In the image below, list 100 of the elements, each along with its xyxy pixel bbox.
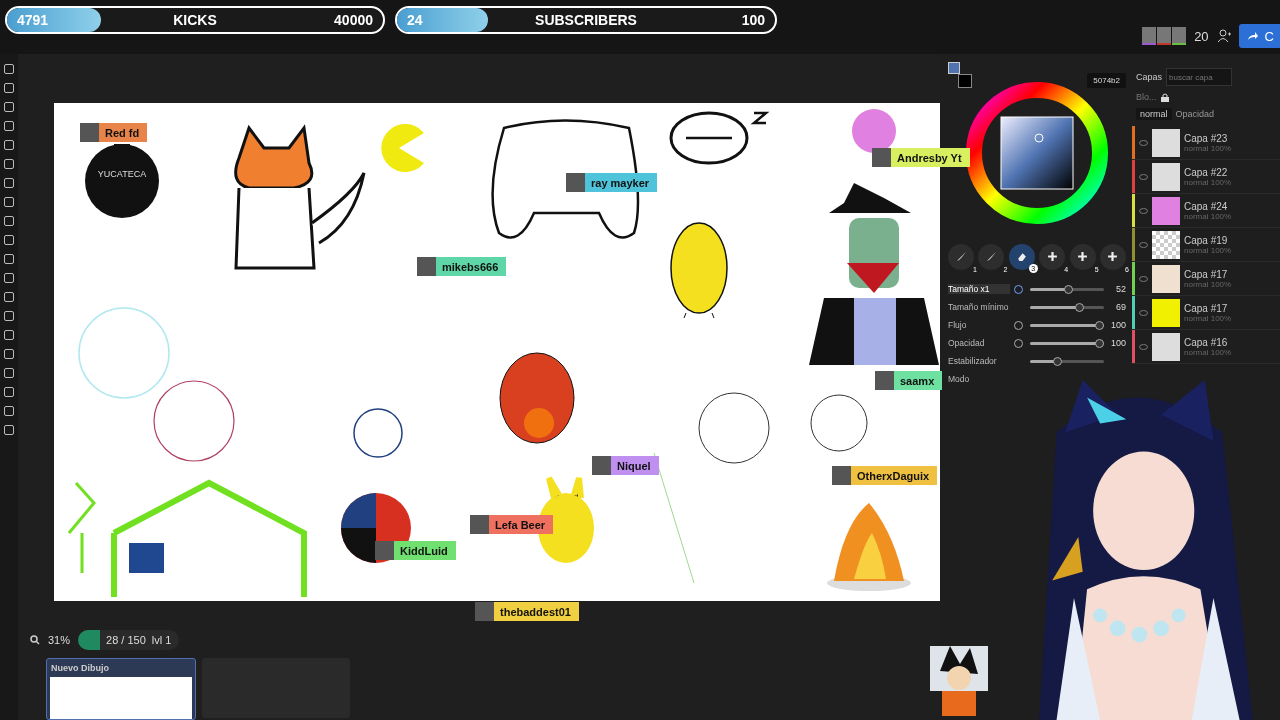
- user-avatar: [592, 456, 611, 475]
- user-avatar[interactable]: [1157, 27, 1172, 45]
- cursor-tag: thebaddest01: [475, 602, 579, 621]
- zoom-level: 31%: [48, 634, 71, 646]
- cursor-tag: Red fd: [80, 123, 148, 142]
- cursor-tag: KiddLuid: [375, 541, 456, 560]
- layer-thumbnail: [1152, 298, 1180, 327]
- cursor-tag: Lefa Beer: [470, 515, 554, 534]
- slider-thumb[interactable]: [1095, 320, 1104, 330]
- eye-icon[interactable]: [1139, 139, 1148, 146]
- drawing-card[interactable]: Nuevo Dibujo: [46, 658, 196, 720]
- slider-thumb[interactable]: [1052, 356, 1062, 366]
- layer-thumbnail: [1152, 162, 1180, 191]
- eye-icon[interactable]: [1139, 207, 1148, 214]
- cursor-tag: mikebs666: [417, 257, 507, 276]
- goal-label: KICKS: [173, 12, 217, 28]
- brush-icon: [985, 251, 997, 262]
- slider-label: Estabilizador: [948, 356, 998, 366]
- eye-icon[interactable]: [1139, 173, 1148, 180]
- hex-field[interactable]: 5074b2: [1087, 73, 1126, 88]
- user-avatar: [872, 148, 891, 167]
- slider-track[interactable]: [1030, 287, 1104, 291]
- user-avatar: [475, 602, 494, 621]
- layer-name: Capa #17: [1184, 302, 1229, 314]
- eye-icon[interactable]: [1139, 275, 1148, 282]
- goal-count: 4791: [16, 12, 50, 28]
- user-count: 20: [1194, 28, 1209, 44]
- layer-thumbnail: [1152, 332, 1180, 361]
- goal-count: 24: [406, 12, 424, 28]
- user-avatar: [832, 466, 851, 485]
- layer-name: Capa #16: [1184, 336, 1229, 348]
- slider-value: 52: [1115, 284, 1126, 294]
- layer-name: Capa #23: [1184, 132, 1229, 144]
- cursor-tag: Andresby Yt: [872, 148, 970, 167]
- foreground-color[interactable]: [948, 62, 960, 74]
- add-user-icon[interactable]: [1216, 29, 1231, 43]
- slider-label: Flujo: [948, 320, 968, 330]
- cursor-tag: saamx: [875, 371, 943, 390]
- sketch-drawing: [810, 394, 868, 452]
- drawing-title: Nuevo Dibujo: [50, 662, 110, 675]
- layer-thumbnail: [1152, 196, 1180, 225]
- eye-icon[interactable]: [1139, 343, 1148, 350]
- lock-icon[interactable]: [1160, 92, 1169, 102]
- user-avatar: [470, 515, 489, 534]
- sketch-drawing: [698, 392, 770, 464]
- ball-drawing: [852, 109, 896, 153]
- progress-text: 28 / 150: [106, 634, 146, 646]
- plus-icon: [1046, 251, 1058, 262]
- share-button[interactable]: C: [1238, 24, 1280, 48]
- user-avatar: [375, 541, 394, 560]
- layer-thumbnail: [1152, 128, 1180, 157]
- user-avatar: [80, 123, 99, 142]
- goal-label: SUBSCRIBERS: [535, 12, 637, 28]
- slider-value: 69: [1115, 302, 1126, 312]
- layer-name: Capa #22: [1184, 166, 1229, 178]
- slider-thumb[interactable]: [1063, 284, 1073, 294]
- sketch-drawing: [353, 408, 403, 458]
- pacman-drawing: [381, 124, 424, 172]
- slider-track[interactable]: [1030, 305, 1104, 309]
- cursor-tag: Niquel: [592, 456, 659, 475]
- opacity-label: Opacidad: [1175, 109, 1215, 119]
- eye-icon[interactable]: [1139, 241, 1148, 248]
- user-avatar[interactable]: [1142, 27, 1157, 45]
- background-color[interactable]: [958, 74, 972, 88]
- slider-value: 100: [1109, 320, 1126, 330]
- layer-name: Capa #17: [1184, 268, 1229, 280]
- slider-label: Tamaño x1: [948, 284, 1010, 294]
- lock-label: Blo...: [1136, 92, 1157, 102]
- goal-target: 100: [740, 12, 765, 28]
- user-avatar[interactable]: [1172, 27, 1187, 45]
- slider-track[interactable]: [1030, 341, 1104, 345]
- mode-label: Modo: [948, 374, 971, 384]
- layer-thumbnail: [1152, 264, 1180, 293]
- goal-target: 40000: [333, 12, 373, 28]
- level-text: lvl 1: [151, 634, 172, 646]
- slider-track[interactable]: [1030, 359, 1104, 363]
- plus-icon: [1077, 251, 1089, 262]
- eraser-icon: [1016, 251, 1028, 262]
- panel-title: Capas: [1136, 72, 1162, 82]
- slider-track[interactable]: [1030, 323, 1104, 327]
- layer-name: Capa #19: [1184, 234, 1229, 246]
- slider-thumb[interactable]: [1074, 302, 1084, 312]
- plus-icon: [1107, 251, 1119, 262]
- search-icon[interactable]: [30, 635, 40, 645]
- cursor-tag: OtherxDaguix: [832, 466, 938, 485]
- user-avatar: [566, 173, 585, 192]
- bomb-label: YUCATECA: [96, 169, 148, 179]
- search-field[interactable]: buscar capa: [1166, 68, 1232, 86]
- layer-name: Capa #24: [1184, 200, 1229, 212]
- slider-label: Tamaño mínimo: [948, 302, 1010, 312]
- eye-icon[interactable]: [1139, 309, 1148, 316]
- slider-value: 100: [1109, 338, 1126, 348]
- blend-select[interactable]: normal: [1136, 108, 1172, 120]
- slider-label: Opacidad: [948, 338, 986, 348]
- layer-thumbnail: [1152, 230, 1180, 259]
- brush-icon: [955, 251, 967, 262]
- slider-thumb[interactable]: [1095, 338, 1104, 348]
- user-avatar: [875, 371, 894, 390]
- share-icon: [1246, 31, 1259, 41]
- user-avatar: [417, 257, 436, 276]
